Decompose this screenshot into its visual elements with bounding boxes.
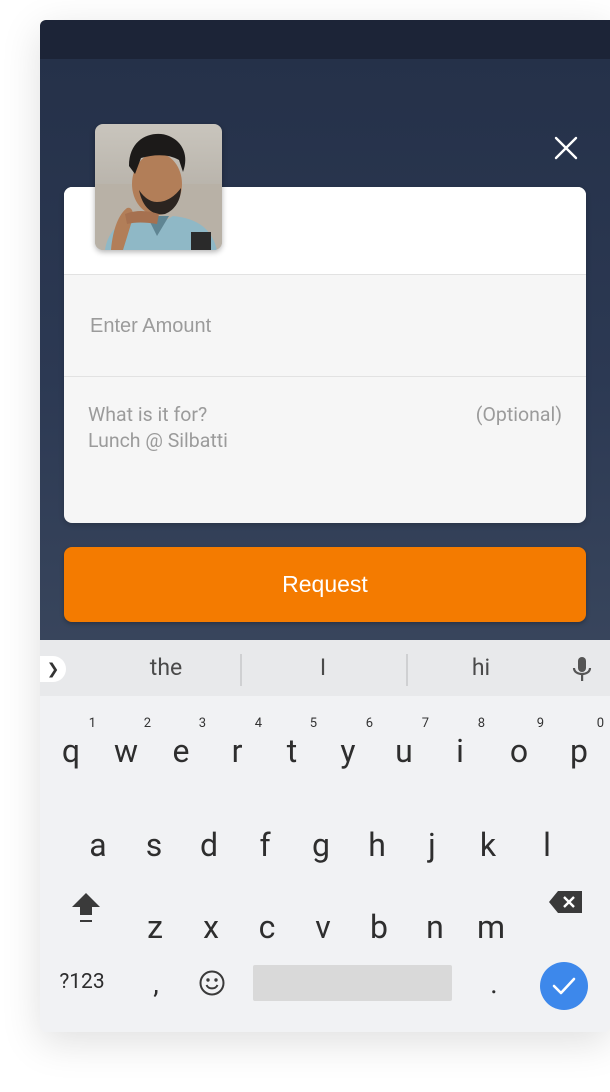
key-label: e (172, 732, 190, 770)
emoji-key[interactable] (186, 947, 238, 1019)
key-label: a (89, 826, 107, 864)
close-button[interactable] (545, 127, 587, 169)
backspace-icon (549, 891, 582, 913)
key-label: k (479, 826, 497, 864)
key-label: y (340, 732, 356, 770)
keyboard-key[interactable]: q1 (44, 710, 98, 782)
key-number-hint: 2 (143, 716, 151, 731)
note-field[interactable]: What is it for? (Optional) Lunch @ Silba… (64, 377, 586, 523)
key-number-hint: 6 (365, 716, 373, 731)
keyboard-key[interactable]: n (408, 886, 462, 958)
keyboard-key[interactable]: k (461, 804, 515, 876)
space-bar[interactable] (253, 965, 452, 1001)
keyboard-key[interactable]: u7 (377, 710, 431, 782)
note-input-placeholder[interactable]: Lunch @ Silbatti (88, 429, 228, 452)
key-label: t (286, 732, 298, 770)
keyboard-key[interactable]: y6 (321, 710, 375, 782)
period-key[interactable]: . (468, 947, 520, 1019)
chevron-right-icon[interactable]: ❯ (40, 656, 66, 682)
key-label: w (113, 732, 139, 770)
checkmark-icon (552, 977, 576, 995)
suggestion-item[interactable]: the (106, 654, 226, 681)
key-number-hint: 0 (596, 716, 604, 731)
key-label: r (231, 732, 243, 770)
key-number-hint: 9 (536, 716, 544, 731)
keyboard-key[interactable]: h (350, 804, 404, 876)
close-icon (554, 136, 578, 160)
keyboard-key[interactable]: v (296, 886, 350, 958)
keyboard-key[interactable]: d (182, 804, 236, 876)
key-number-hint: 1 (88, 716, 96, 731)
key-label: g (312, 826, 330, 864)
amount-input[interactable] (88, 311, 562, 341)
suggestion-item[interactable]: hi (421, 654, 541, 681)
keyboard-key[interactable]: i8 (433, 710, 487, 782)
emoji-icon (199, 970, 225, 996)
keyboard-key[interactable]: f (238, 804, 292, 876)
key-label: l (543, 826, 551, 864)
key-number-hint: 8 (477, 716, 485, 731)
key-label: p (570, 732, 588, 770)
keyboard-key[interactable]: t5 (265, 710, 319, 782)
key-label: n (426, 908, 444, 946)
key-label: z (147, 908, 163, 946)
key-number-hint: 3 (198, 716, 206, 731)
keyboard-key[interactable]: p0 (552, 710, 606, 782)
microphone-icon (572, 657, 592, 681)
suggestion-item[interactable]: I (263, 654, 383, 681)
status-bar (40, 20, 610, 59)
key-label: q (61, 732, 81, 770)
key-number-hint: 5 (309, 716, 317, 731)
key-label: v (315, 908, 331, 946)
comma-key[interactable]: , (130, 947, 182, 1019)
key-label: h (368, 826, 386, 864)
keyboard-key[interactable]: w2 (99, 710, 153, 782)
phone-frame: What is it for? (Optional) Lunch @ Silba… (40, 20, 610, 1032)
key-label: m (476, 908, 506, 946)
key-number-hint: 4 (254, 716, 262, 731)
keyboard-key[interactable]: o9 (492, 710, 546, 782)
period-key-label: . (490, 967, 498, 1000)
keyboard-key[interactable]: j (405, 804, 459, 876)
suggestion-divider (240, 654, 242, 686)
symbols-key[interactable]: ?123 (50, 947, 114, 1019)
microphone-button[interactable] (564, 652, 600, 688)
key-label: x (203, 908, 219, 946)
comma-key-label: , (153, 967, 159, 1000)
keyboard-key[interactable]: r4 (210, 710, 264, 782)
key-label: i (456, 732, 464, 770)
keyboard-key[interactable]: l (520, 804, 574, 876)
suggestion-strip: ❯ the I hi (40, 640, 610, 696)
key-label: j (428, 826, 436, 864)
avatar (95, 124, 222, 250)
keyboard-key[interactable]: e3 (154, 710, 208, 782)
key-number-hint: 7 (421, 716, 429, 731)
shift-key[interactable] (58, 879, 114, 951)
done-key[interactable] (540, 962, 588, 1010)
shift-icon (72, 893, 100, 922)
request-screen: What is it for? (Optional) Lunch @ Silba… (40, 59, 610, 640)
optional-label: (Optional) (475, 403, 562, 426)
symbols-key-label: ?123 (59, 970, 105, 994)
key-label: u (395, 732, 413, 770)
soft-keyboard: ❯ the I hi q1w2e3r4t5y6u7i8o9p0 asdfghjk… (40, 640, 610, 1032)
key-label: o (509, 732, 529, 770)
keyboard-key[interactable]: g (294, 804, 348, 876)
key-label: c (258, 908, 276, 946)
key-label: d (199, 826, 219, 864)
note-label: What is it for? (88, 403, 208, 426)
amount-field[interactable] (64, 275, 586, 377)
keyboard-key[interactable]: c (240, 886, 294, 958)
keyboard-key[interactable]: a (71, 804, 125, 876)
backspace-key[interactable] (540, 879, 594, 951)
suggestion-divider (406, 654, 408, 686)
key-label: b (370, 908, 388, 946)
request-button[interactable]: Request (64, 547, 586, 622)
keyboard-key[interactable]: b (352, 886, 406, 958)
key-label: s (145, 826, 163, 864)
keyboard-key[interactable]: s (127, 804, 181, 876)
key-label: f (259, 826, 271, 864)
